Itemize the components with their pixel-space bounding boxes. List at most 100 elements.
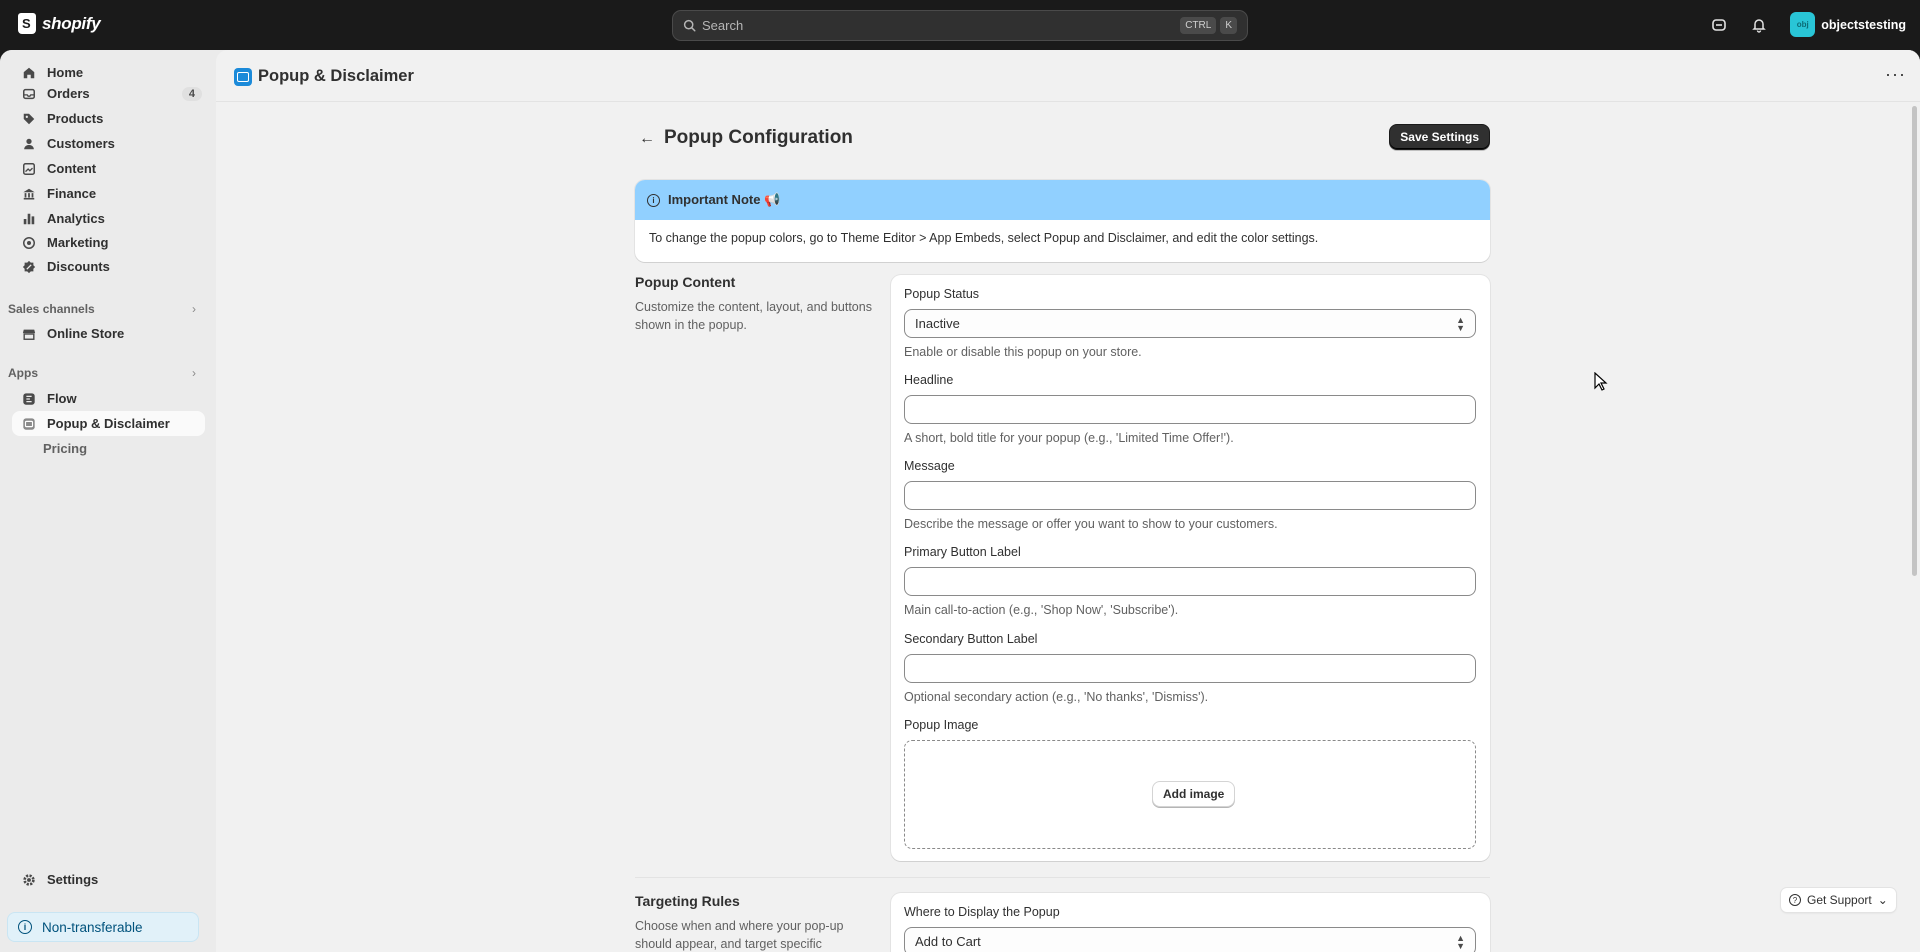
sidebar-item-online-store[interactable]: Online Store [12,321,205,346]
person-icon [21,136,37,152]
sidebar-item-customers[interactable]: Customers [12,131,205,156]
sidebar-item-analytics[interactable]: Analytics [12,206,205,231]
sales-channels-heading: Sales channels [8,302,95,316]
bar-chart-icon [21,211,37,227]
secondary-button-label: Secondary Button Label [904,632,1038,646]
display-location-value: Add to Cart [915,934,981,949]
sidebar-item-orders[interactable]: Orders 4 [12,81,205,106]
get-support-label: Get Support [1807,893,1872,907]
popup-status-select[interactable]: Inactive ▲ ▼ [904,309,1476,338]
sidebar-item-flow[interactable]: Flow [12,386,205,411]
content-icon [21,161,37,177]
shortcut-key-k: K [1220,17,1237,34]
sidebar-item-popup-disclaimer[interactable]: Popup & Disclaimer [12,411,205,436]
info-icon: i [647,193,660,207]
sidebar-item-label: Flow [47,391,77,406]
message-input[interactable] [904,481,1476,510]
notification-bell-icon[interactable] [1750,16,1768,34]
sidebar-item-label: Popup & Disclaimer [47,416,170,431]
targeting-card: Where to Display the Popup Add to Cart ▲… [891,893,1490,952]
note-title: Important Note 📢 [668,192,781,207]
popup-image-label: Popup Image [904,718,979,732]
popup-app-icon [234,67,252,86]
orders-count-badge: 4 [181,86,202,101]
sidebar-item-label: Customers [47,136,115,151]
image-dropzone[interactable]: Add image [904,740,1476,849]
brand-name: shopify [42,13,101,33]
sidekick-icon[interactable] [1710,16,1728,34]
note-header: i Important Note 📢 [635,180,1490,220]
primary-button-help: Main call-to-action (e.g., 'Shop Now', '… [904,603,1179,617]
main-content: Popup & Disclaimer ··· ← Popup Configura… [216,50,1920,952]
sidebar-item-content[interactable]: Content [12,156,205,181]
sidebar-item-products[interactable]: Products [12,106,205,131]
secondary-button-input[interactable] [904,654,1476,683]
sidebar-item-label: Analytics [47,211,105,226]
shopify-logo[interactable]: shopify [18,13,101,34]
search-shortcut: CTRL K [1180,17,1237,34]
sidebar-item-label: Orders [47,86,90,101]
shopify-bag-icon [18,13,36,34]
sidebar-item-marketing[interactable]: Marketing [12,230,205,255]
popup-app-icon [21,416,37,432]
page-header: ← Popup Configuration Save Settings [635,124,1490,154]
sidebar-item-label: Online Store [47,326,125,341]
app-header: Popup & Disclaimer ··· [216,50,1920,102]
headline-label: Headline [904,373,954,387]
page-title: Popup Configuration [664,127,853,148]
help-circle-icon: ? [1789,894,1801,906]
apps-chevron-icon[interactable]: › [192,366,196,380]
sidebar-item-label: Settings [47,872,99,887]
targeting-rules-heading: Targeting Rules [635,893,740,909]
save-settings-button[interactable]: Save Settings [1389,124,1490,150]
select-chevrons-icon: ▲ ▼ [1456,933,1465,951]
sidebar-item-finance[interactable]: Finance [12,181,205,206]
display-location-select[interactable]: Add to Cart ▲ ▼ [904,927,1476,952]
popup-content-heading: Popup Content [635,274,736,290]
search-bar[interactable]: Search CTRL K [672,10,1248,41]
bank-icon [21,186,37,202]
scrollbar-thumb[interactable] [1912,106,1917,576]
target-icon [21,235,37,251]
display-location-label: Where to Display the Popup [904,905,1060,919]
headline-input[interactable] [904,395,1476,424]
app-title: Popup & Disclaimer [234,67,414,86]
primary-button-input[interactable] [904,567,1476,596]
mouse-cursor-icon [1594,372,1608,391]
info-icon: i [18,920,32,934]
sidebar-item-settings[interactable]: Settings [12,867,205,892]
important-note-banner: i Important Note 📢 To change the popup c… [635,180,1490,262]
tag-icon [21,111,37,127]
store-account[interactable]: obj objectstesting [1790,12,1906,37]
app-title-text: Popup & Disclaimer [258,67,414,85]
home-icon [21,65,37,81]
section-divider [635,877,1490,878]
primary-button-label: Primary Button Label [904,545,1021,559]
more-actions-icon[interactable]: ··· [1885,64,1906,85]
chevron-down-icon: ⌄ [1877,893,1888,907]
get-support-button[interactable]: ? Get Support ⌄ [1781,888,1896,912]
add-image-button[interactable]: Add image [1152,781,1236,807]
sidebar-item-discounts[interactable]: Discounts [12,254,205,279]
flow-icon [21,391,37,407]
sales-channels-chevron-icon[interactable]: › [192,302,196,316]
discount-icon [21,259,37,275]
sidebar-item-pricing[interactable]: Pricing [43,441,87,456]
sidebar-item-label: Discounts [47,259,110,274]
sidebar-item-label: Marketing [47,235,109,250]
non-transferable-banner[interactable]: i Non-transferable [7,912,199,942]
popup-content-description: Customize the content, layout, and butto… [635,300,872,332]
message-label: Message [904,459,955,473]
note-body: To change the popup colors, go to Theme … [649,231,1319,245]
apps-heading: Apps [8,366,38,380]
message-help: Describe the message or offer you want t… [904,517,1278,531]
back-arrow-icon[interactable]: ← [639,130,655,148]
sidebar-item-label: Home [47,65,84,80]
sidebar-item-label: Content [47,161,97,176]
sidebar: Home Orders 4 Products Customers Content… [0,50,216,952]
sidebar-item-label: Finance [47,186,97,201]
storefront-icon [21,326,37,342]
gear-icon [21,872,37,888]
search-placeholder: Search [702,18,744,33]
shortcut-key-ctrl: CTRL [1180,17,1217,34]
